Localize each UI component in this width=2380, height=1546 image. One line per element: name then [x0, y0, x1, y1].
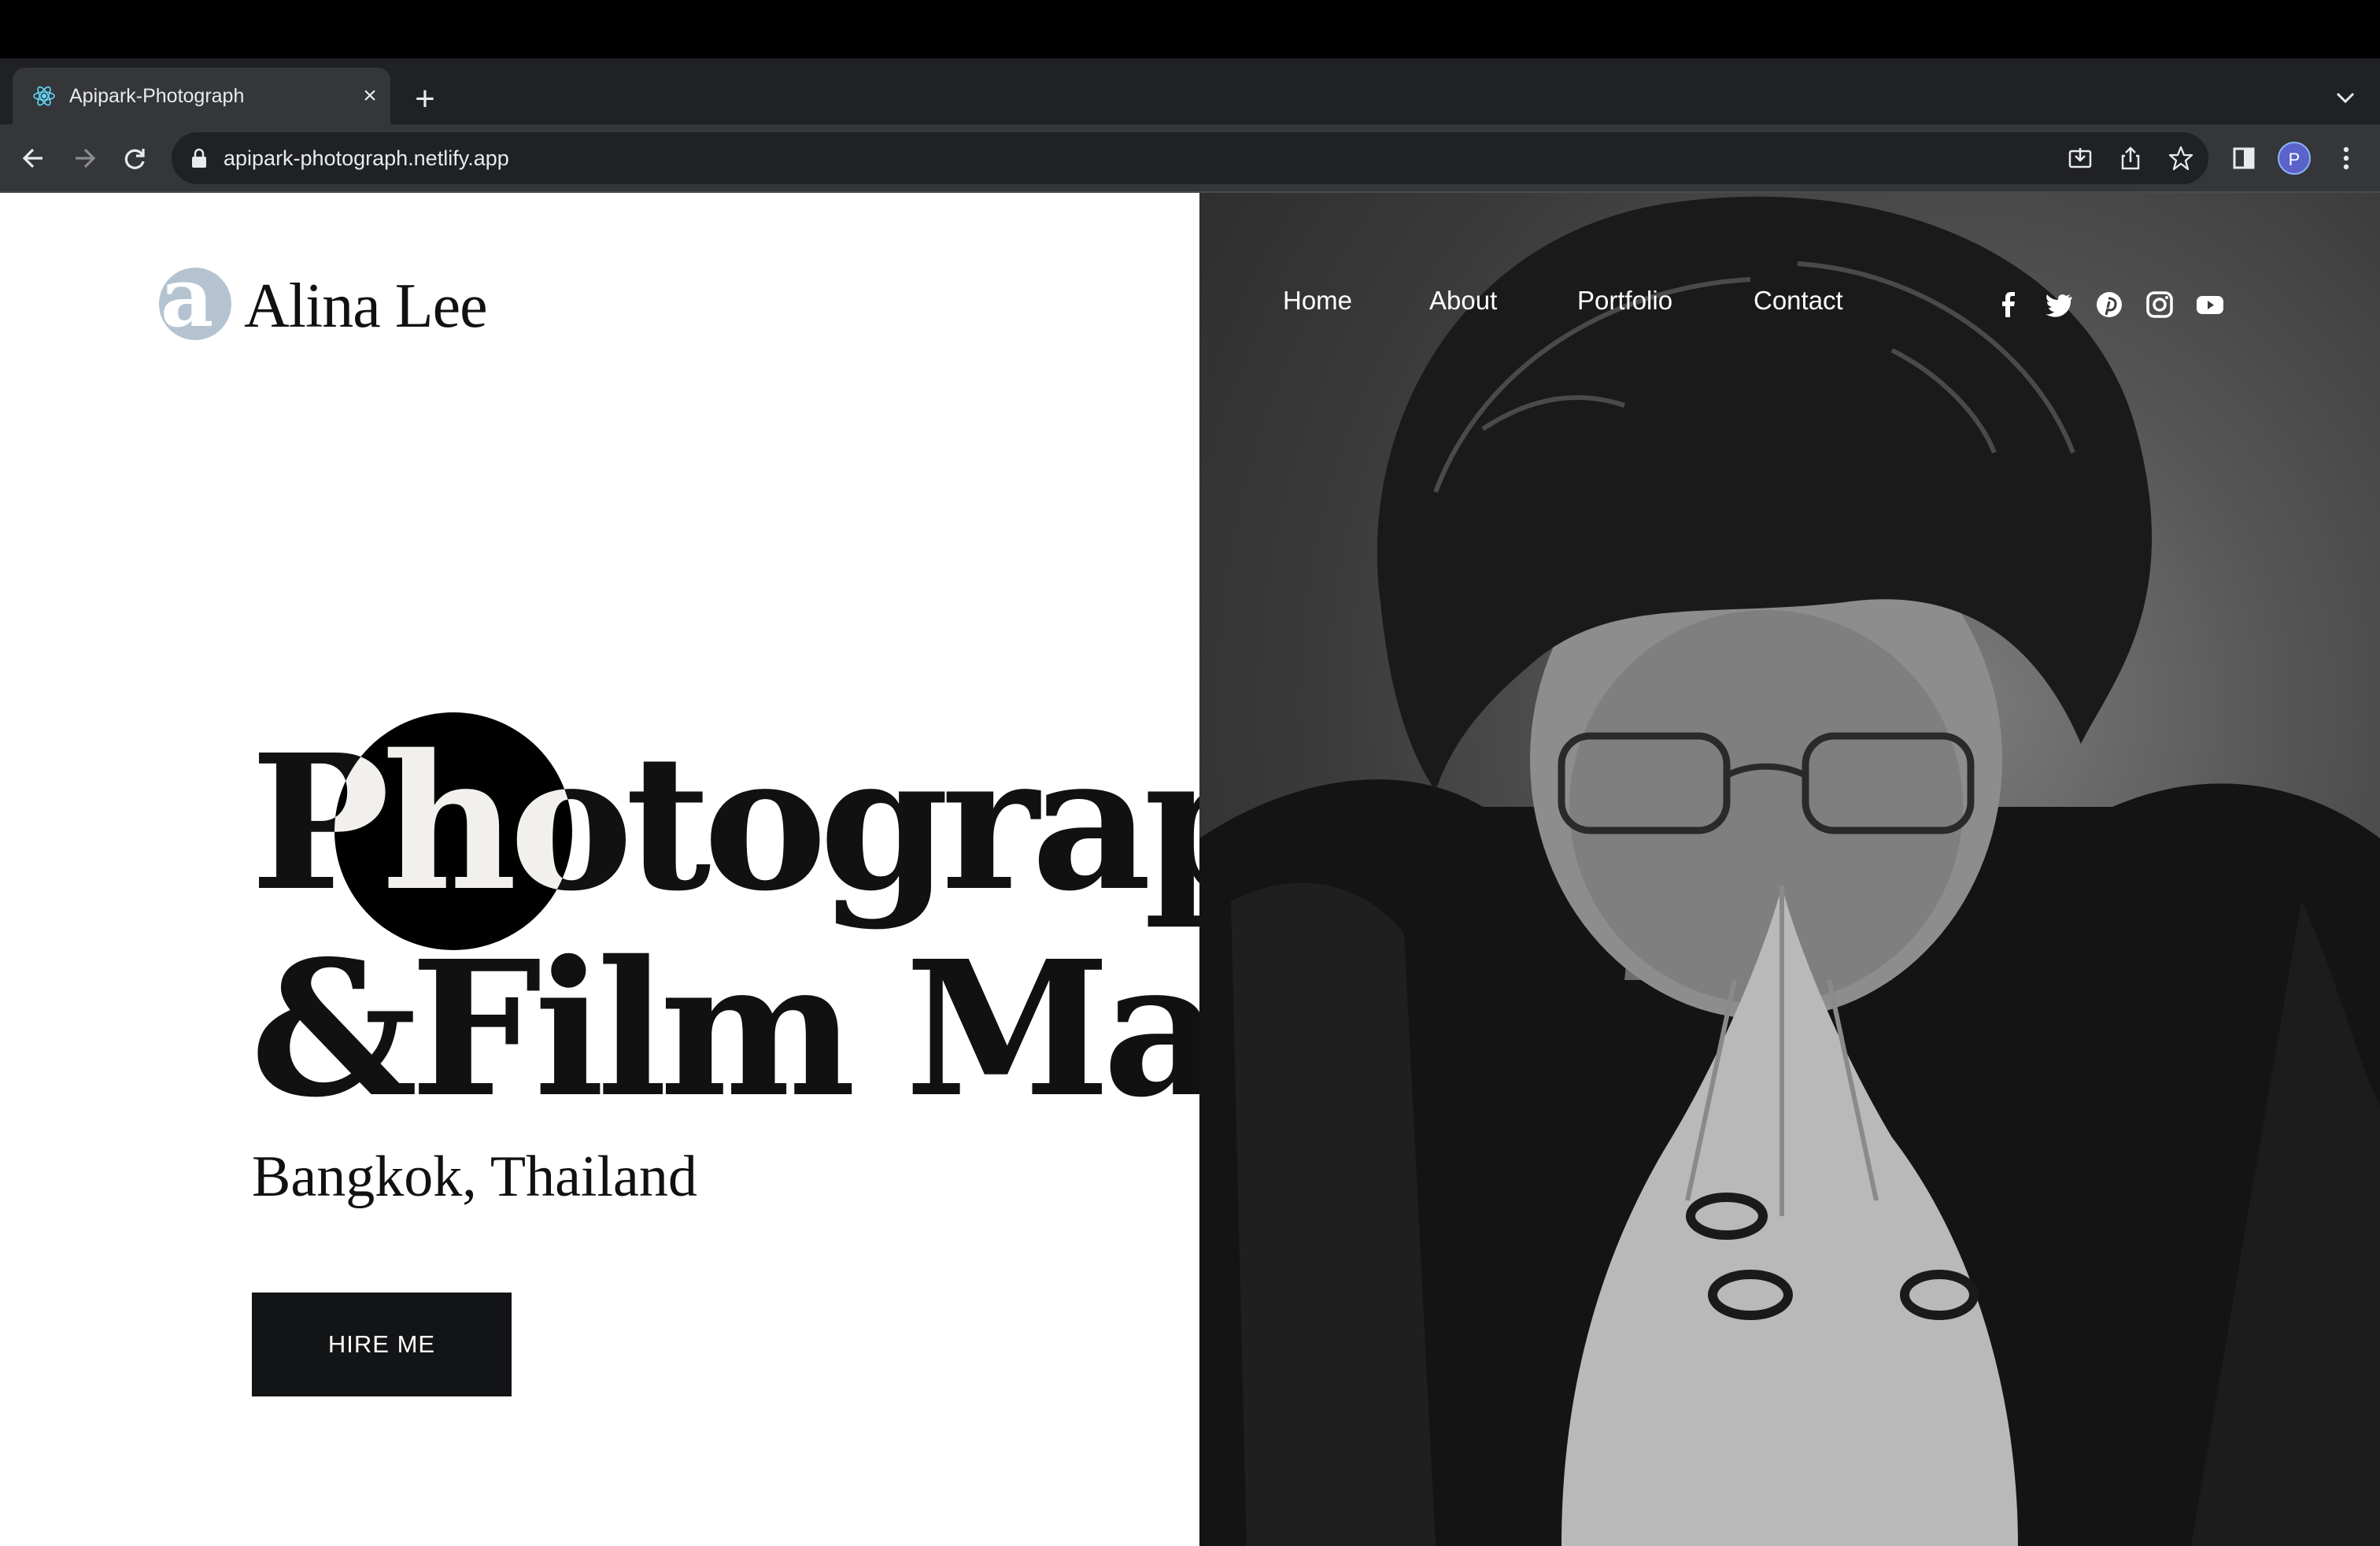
url-text[interactable]: apipark-photograph.netlify.app [224, 146, 509, 171]
os-menu-bar [0, 0, 2380, 58]
facebook-icon[interactable] [1993, 289, 2024, 320]
close-tab-icon[interactable]: × [356, 82, 384, 110]
new-tab-button[interactable]: + [406, 82, 444, 120]
profile-avatar[interactable]: P [2278, 142, 2311, 175]
lock-icon[interactable] [190, 148, 208, 168]
instagram-icon[interactable] [2144, 289, 2175, 320]
side-panel-icon[interactable] [2224, 139, 2264, 178]
share-icon[interactable] [2117, 145, 2144, 172]
hire-me-button[interactable]: HIRE ME [252, 1293, 512, 1396]
hero-title-line2: &Film Maker [250, 919, 1199, 1138]
nav-link-contact[interactable]: Contact [1754, 286, 1843, 316]
nav-link-home[interactable]: Home [1283, 286, 1352, 316]
install-app-icon[interactable] [2067, 145, 2094, 172]
hero-portrait-photo [1199, 193, 2380, 1546]
page-viewport: a Alina Lee Home About Portfolio Contact… [0, 193, 2380, 1546]
tab-strip: Apipark-Photograph × + [0, 58, 2380, 124]
kebab-menu-icon[interactable] [2326, 139, 2366, 178]
bookmark-star-icon[interactable] [2168, 145, 2194, 172]
nav-link-portfolio[interactable]: Portfolio [1577, 286, 1672, 316]
youtube-icon[interactable] [2194, 289, 2226, 320]
back-arrow-icon[interactable] [14, 139, 54, 178]
forward-arrow-icon[interactable] [65, 139, 104, 178]
location-subtitle: Bangkok, Thailand [252, 1145, 697, 1209]
browser-tab[interactable]: Apipark-Photograph × [13, 68, 390, 124]
address-bar[interactable]: apipark-photograph.netlify.app [172, 132, 2208, 184]
tab-title: Apipark-Photograph [69, 85, 245, 107]
tab-search-chevron-icon[interactable] [2330, 82, 2361, 113]
nav-link-about[interactable]: About [1429, 286, 1497, 316]
pinterest-icon[interactable] [2094, 289, 2125, 320]
twitter-icon[interactable] [2043, 289, 2075, 320]
browser-toolbar: apipark-photograph.netlify.app P [0, 124, 2380, 192]
hero-headline-area: Photographer &Film Maker Photographer [0, 193, 1199, 1546]
react-favicon-icon [33, 86, 55, 106]
reload-icon[interactable] [115, 139, 154, 178]
